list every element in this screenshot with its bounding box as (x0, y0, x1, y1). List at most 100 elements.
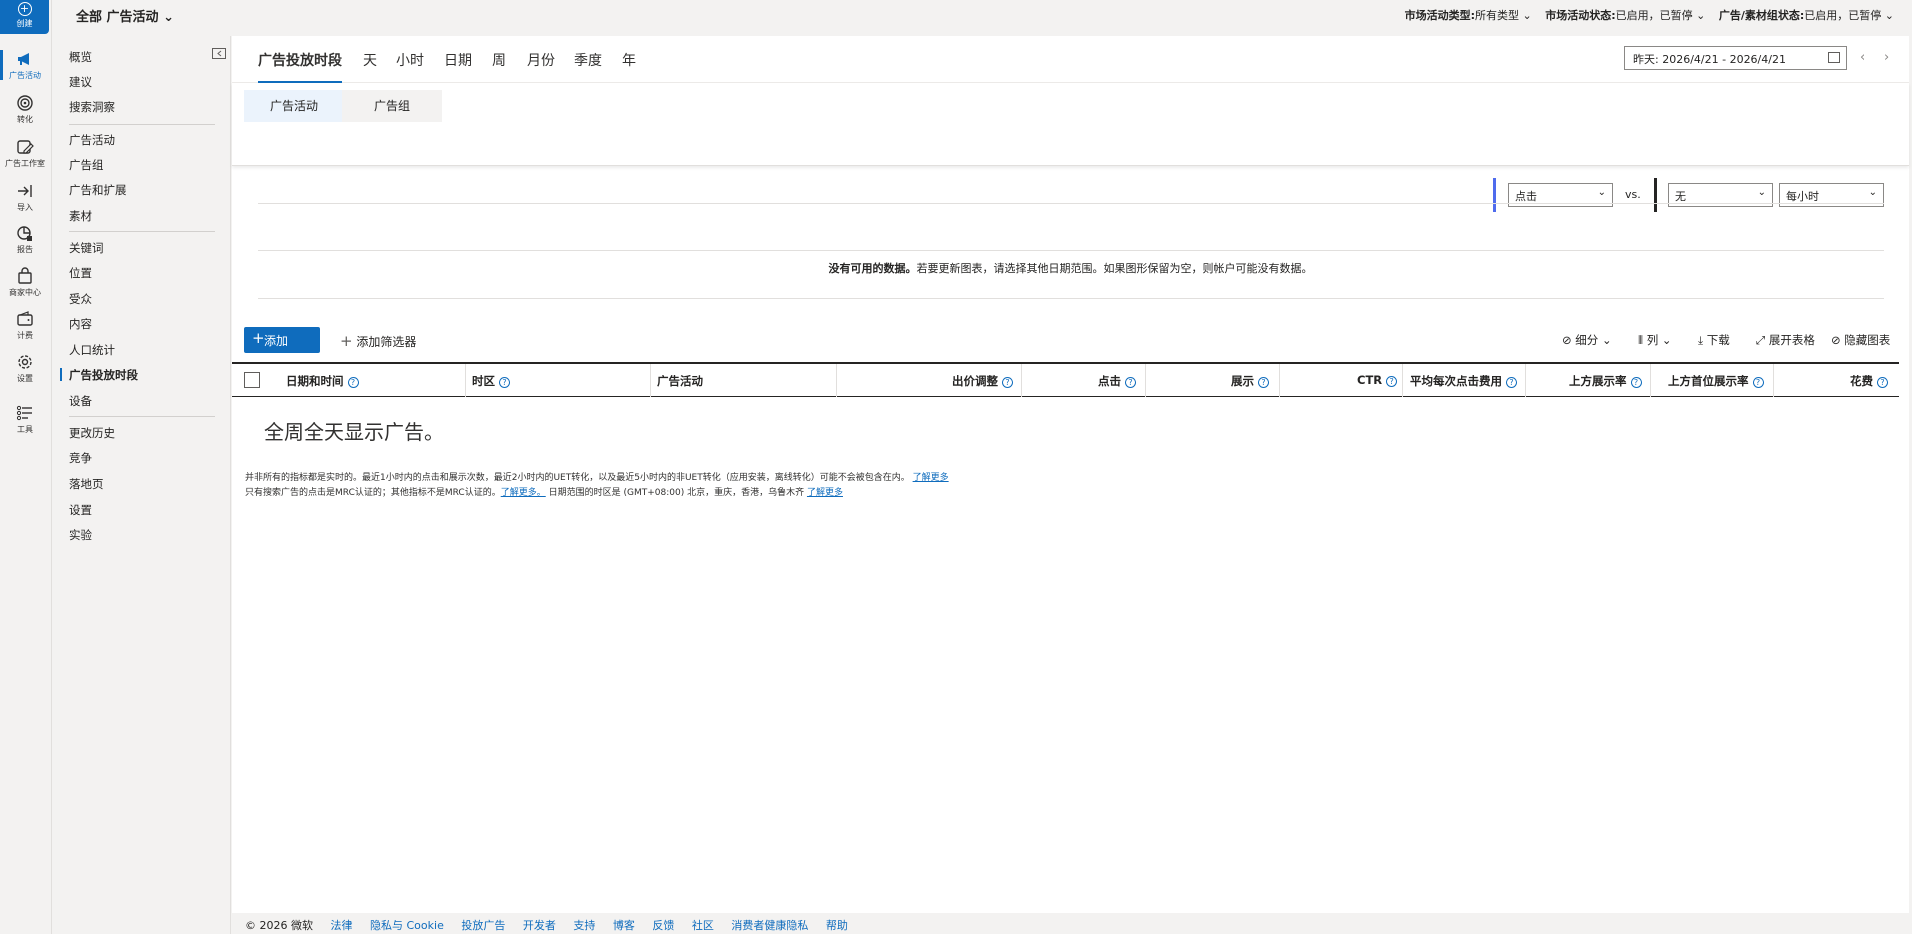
subnav-audiences[interactable]: 受众 (69, 291, 92, 307)
col-avg-cpc[interactable]: 平均每次点击费用? (1410, 373, 1517, 389)
collapse-panel-icon[interactable] (212, 48, 226, 59)
subnav-recommendations[interactable]: 建议 (69, 74, 92, 90)
previous-period-icon[interactable]: ‹ (1860, 50, 1865, 65)
column-divider (1279, 364, 1280, 397)
rail-item-conversions[interactable]: 转化 (0, 90, 50, 130)
footer-link-legal[interactable]: 法律 (331, 919, 353, 932)
subnav-demographics[interactable]: 人口统计 (69, 342, 115, 358)
learn-more-link[interactable]: 了解更多。 (501, 488, 546, 498)
col-impressions[interactable]: 展示? (1231, 373, 1269, 389)
footer-link-feedback[interactable]: 反馈 (652, 919, 674, 932)
subnav-ads-extensions[interactable]: 广告和扩展 (69, 182, 127, 198)
footer-link-advertise[interactable]: 投放广告 (461, 919, 505, 932)
footer-link-support[interactable]: 支持 (573, 919, 595, 932)
subnav-locations[interactable]: 位置 (69, 265, 92, 281)
subnav-experiments[interactable]: 实验 (69, 527, 92, 543)
subnav-settings[interactable]: 设置 (69, 502, 92, 518)
col-top-impression-rate[interactable]: 上方展示率? (1569, 373, 1642, 389)
footer-link-blog[interactable]: 博客 (613, 919, 635, 932)
rail-item-billing[interactable]: 计费 (0, 306, 50, 346)
help-icon[interactable]: ? (347, 377, 359, 388)
tab-year[interactable]: 年 (622, 50, 636, 70)
footer-link-privacy[interactable]: 隐私与 Cookie (370, 919, 444, 932)
tab-quarter[interactable]: 季度 (574, 50, 602, 70)
rail-item-reports[interactable]: 报告 (0, 220, 50, 260)
rail-item-merchant-center[interactable]: 商家中心 (0, 263, 50, 303)
col-bid-adjustment[interactable]: 出价调整? (952, 373, 1013, 389)
create-button[interactable]: + 创建 (0, 0, 49, 34)
status-filters: 市场活动类型:所有类型 ⌄ 市场活动状态:已启用，已暂停 ⌄ 广告/素材组状态:… (1395, 7, 1894, 23)
col-absolute-top-rate[interactable]: 上方首位展示率? (1668, 373, 1764, 389)
chevron-down-icon: ⌄ (163, 10, 174, 25)
campaign-type-filter[interactable]: 市场活动类型:所有类型 ⌄ (1405, 9, 1532, 22)
divider (69, 231, 215, 232)
help-icon[interactable]: ? (1125, 377, 1136, 388)
ad-status-filter[interactable]: 广告/素材组状态:已启用，已暂停 ⌄ (1719, 9, 1894, 22)
help-icon[interactable]: ? (1630, 377, 1642, 388)
hide-chart-button[interactable]: ⊘ 隐藏图表 (1831, 332, 1890, 348)
help-icon[interactable]: ? (1386, 376, 1398, 387)
columns-button[interactable]: ⦀ 列 ⌄ (1638, 332, 1672, 348)
help-icon[interactable]: ? (1877, 377, 1888, 388)
col-datetime[interactable]: 日期和时间? (286, 373, 359, 389)
no-data-message: 没有可用的数据。若要更新图表，请选择其他日期范围。如果图形保留为空，则帐户可能没… (828, 262, 1313, 275)
rail-item-ad-studio[interactable]: 广告工作室 (0, 134, 50, 174)
download-button[interactable]: ⤓ 下载 (1698, 332, 1730, 348)
tab-ad-schedule[interactable]: 广告投放时段 (258, 50, 342, 83)
help-icon[interactable]: ? (1506, 377, 1517, 388)
help-icon[interactable]: ? (499, 377, 510, 388)
campaign-status-filter[interactable]: 市场活动状态:已启用，已暂停 ⌄ (1545, 9, 1705, 22)
footer-link-health-privacy[interactable]: 消费者健康隐私 (731, 919, 808, 932)
empty-table-message: 全周全天显示广告。 (264, 420, 444, 444)
help-icon[interactable]: ? (1258, 377, 1269, 388)
subnav-content[interactable]: 内容 (69, 316, 92, 332)
subnav-change-history[interactable]: 更改历史 (69, 425, 115, 441)
col-campaign[interactable]: 广告活动 (657, 373, 703, 389)
metric1-color-marker (1493, 178, 1496, 212)
footer-link-community[interactable]: 社区 (692, 919, 714, 932)
subnav-competition[interactable]: 竞争 (69, 450, 92, 466)
select-all-checkbox[interactable] (244, 372, 260, 388)
rail-item-tools[interactable]: 工具 (0, 400, 50, 440)
subnav-campaigns[interactable]: 广告活动 (69, 132, 115, 148)
tab-day[interactable]: 天 (363, 50, 377, 70)
subnav-ad-schedule[interactable]: 广告投放时段 (60, 367, 138, 383)
help-icon[interactable]: ? (1752, 377, 1764, 388)
expand-table-button[interactable]: ⤢ 展开表格 (1756, 332, 1815, 348)
rail-item-import[interactable]: 导入 (0, 178, 50, 218)
tab-hour[interactable]: 小时 (396, 50, 424, 70)
add-filter-button[interactable]: + 添加筛选器 (340, 332, 416, 350)
subnav-keywords[interactable]: 关键词 (69, 240, 104, 256)
main-panel: 广告投放时段 天 小时 日期 周 月份 季度 年 昨天: 2026/4/21 -… (232, 36, 1909, 913)
next-period-icon[interactable]: › (1884, 50, 1889, 65)
add-button[interactable]: 添加 (244, 327, 320, 353)
col-ctr[interactable]: CTR? (1357, 373, 1398, 387)
col-timezone[interactable]: 时区? (472, 373, 510, 389)
learn-more-link[interactable]: 了解更多 (913, 473, 949, 483)
tab-week[interactable]: 周 (492, 50, 506, 70)
scope-selector[interactable]: 全部 广告活动 ⌄ (76, 6, 174, 25)
tab-date[interactable]: 日期 (444, 50, 472, 70)
subnav-search-insights[interactable]: 搜索洞察 (69, 99, 115, 115)
data-freshness-note: 并非所有的指标都是实时的。最近1小时内的点击和展示次数，最近2小时内的UET转化… (245, 473, 949, 483)
segment-ad-groups[interactable]: 广告组 (342, 90, 442, 122)
segment-campaigns[interactable]: 广告活动 (244, 90, 344, 122)
footer-link-developers[interactable]: 开发者 (523, 919, 556, 932)
megaphone-icon (18, 53, 29, 65)
rail-item-campaigns[interactable]: 广告活动 (0, 46, 50, 86)
learn-more-link[interactable]: 了解更多 (807, 488, 843, 498)
import-icon (18, 185, 32, 197)
tab-month[interactable]: 月份 (527, 50, 555, 70)
rail-item-settings[interactable]: 设置 (0, 349, 50, 389)
date-range-picker[interactable]: 昨天: 2026/4/21 - 2026/4/21 (1624, 46, 1847, 70)
col-spend[interactable]: 花费? (1850, 373, 1888, 389)
subnav-devices[interactable]: 设备 (69, 393, 92, 409)
subnav-assets[interactable]: 素材 (69, 208, 92, 224)
subnav-landing-pages[interactable]: 落地页 (69, 476, 104, 492)
footer-link-help[interactable]: 帮助 (826, 919, 848, 932)
subnav-ad-groups[interactable]: 广告组 (69, 157, 104, 173)
segment-button[interactable]: ⊘ 细分 ⌄ (1562, 332, 1612, 348)
col-clicks[interactable]: 点击? (1098, 373, 1136, 389)
subnav-overview[interactable]: 概览 (69, 49, 92, 65)
help-icon[interactable]: ? (1002, 377, 1013, 388)
